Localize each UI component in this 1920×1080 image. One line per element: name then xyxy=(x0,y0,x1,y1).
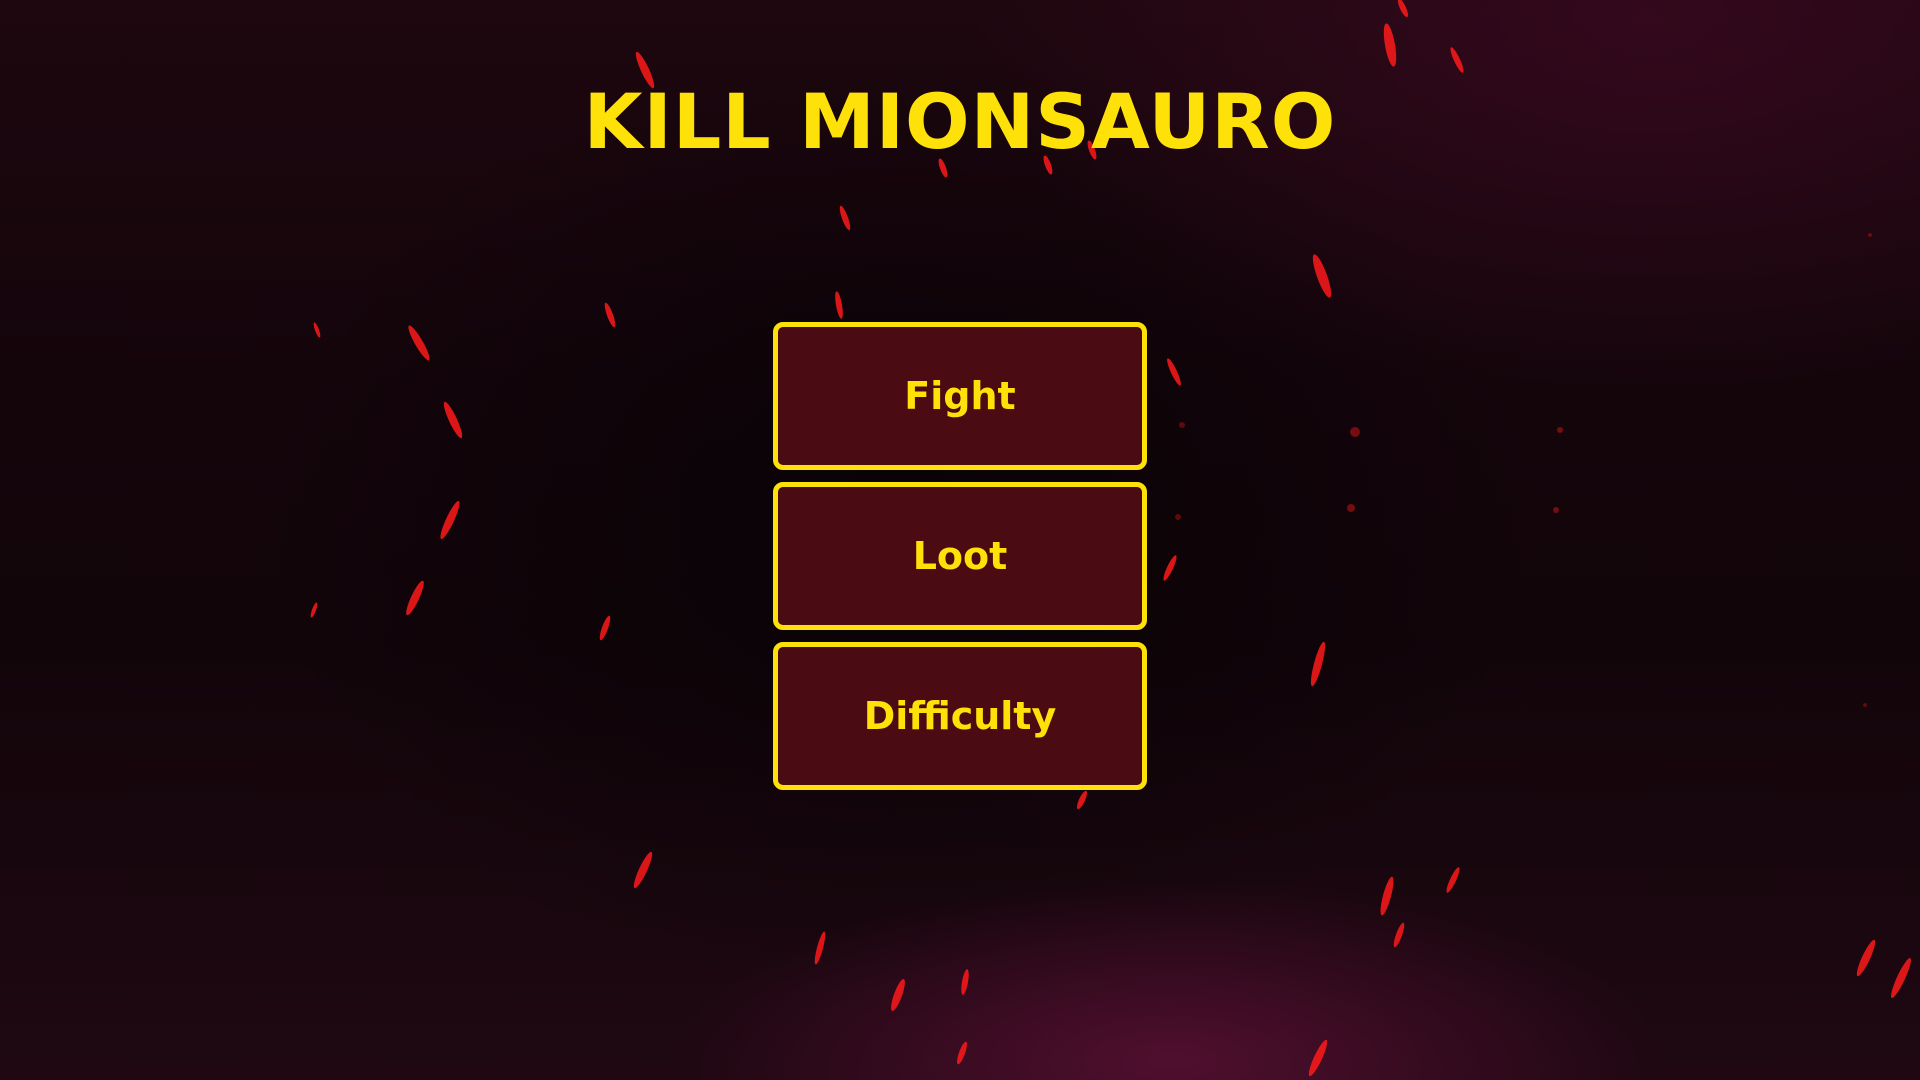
loot-button[interactable]: Loot xyxy=(773,482,1147,630)
difficulty-button[interactable]: Difficulty xyxy=(773,642,1147,790)
main-menu: Fight Loot Difficulty xyxy=(773,322,1147,802)
fight-button[interactable]: Fight xyxy=(773,322,1147,470)
game-title: KILL MIONSAURO xyxy=(583,77,1337,166)
